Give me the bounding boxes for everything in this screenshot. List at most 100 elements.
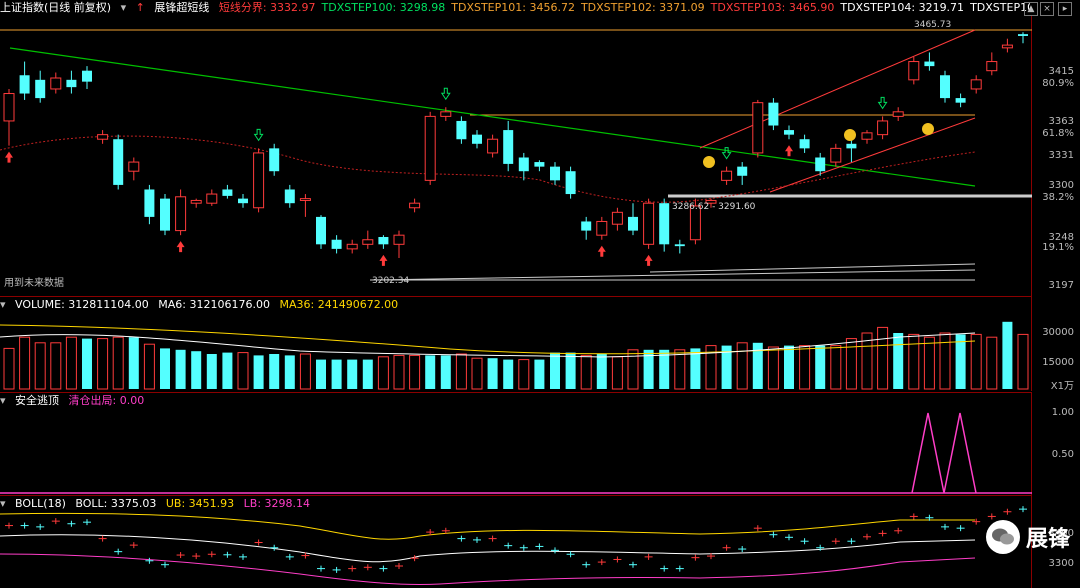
candle-body [346,243,358,250]
sell-arrow-icon [877,96,888,110]
boll-panel[interactable]: ▾ BOLL(18) BOLL: 3375.03 UB: 3451.93 LB:… [0,496,1080,588]
candle-body [830,147,842,163]
escape-signal-peaks [911,412,977,494]
trend-line-green [9,47,976,187]
volume-bar [487,358,498,389]
volume-bar [784,345,794,389]
volume-bar [82,338,92,389]
volume-bar [269,354,280,389]
candle-body [581,221,592,231]
wechat-icon [985,520,1020,554]
candle-body [659,203,670,245]
smiley-icon [922,123,934,135]
buy-arrow-icon [597,245,606,257]
axis-tick: 3363 [1048,116,1074,127]
escape-top-panel[interactable]: ▾ 安全逃顶 清仓出局: 0.00 1.00 0.50 [0,393,1080,495]
volume-bar [3,347,15,390]
high-price-label: 3465.73 [914,20,952,30]
axis-tick: 3300 [1048,180,1074,191]
volume-bar [409,354,421,390]
volume-bar [580,354,592,390]
volume-bar [923,336,935,390]
candle-body [424,115,436,181]
boll-chart[interactable] [0,496,1032,588]
candle-body [815,157,826,172]
candle-body [66,79,77,88]
volume-bar [50,342,62,390]
candle-body [611,211,623,225]
candle-body [440,111,452,117]
candle-body [877,120,889,136]
candle-body [534,162,545,167]
volume-bar [908,333,920,390]
candle-body [378,237,389,245]
escape-signal-chart[interactable] [0,393,1032,495]
candle-body [35,79,46,99]
volume-bar [237,352,249,390]
volume-bar [565,352,576,389]
volume-bar [830,345,842,390]
volume-bar [34,342,46,390]
candle-body [82,70,92,82]
brand-watermark: 展锋 [985,520,1070,554]
price-axis: 3415 80.9% 3363 61.8% 3331 3300 38.2% 32… [1031,16,1080,296]
main-price-panel[interactable]: 上证指数(日线 前复权) ▾ ↑ 展锋超短线 短线分界: 3332.97 TDXS… [0,0,1080,296]
candle-body [331,239,342,249]
candle-body [97,134,109,140]
axis-tick: 0.50 [1051,449,1074,460]
axis-tick: 80.9% [1042,78,1074,89]
volume-bars[interactable] [0,297,1032,391]
volume-bar [128,337,139,389]
candle-body [253,152,265,209]
axis-tick: 3331 [1048,150,1074,161]
volume-panel[interactable]: ▾ VOLUME: 312811104.00 MA6: 312106176.00… [0,297,1080,392]
candle-body [1001,44,1013,49]
candle-body [316,216,326,245]
candle-body [206,193,218,204]
candle-body [456,120,467,140]
volume-bar [143,343,155,390]
sell-arrow-icon [721,147,732,160]
buy-arrow-icon [176,241,185,253]
volume-bar [955,334,966,389]
close-panel-icon[interactable]: × [1040,2,1054,16]
volume-bar [1017,333,1029,390]
boll-lower-band [0,553,976,586]
menu-panel-icon[interactable]: ▸ [1058,2,1072,16]
sell-arrow-icon [440,87,451,101]
volume-bar [518,359,530,390]
candle-body [737,166,748,176]
volume-bar [19,336,31,390]
candle-body [596,220,608,236]
candle-body [128,161,140,172]
stock-terminal-window: 上证指数(日线 前复权) ▾ ↑ 展锋超短线 短线分界: 3332.97 TDXS… [0,0,1080,588]
buy-arrow-icon [379,254,388,266]
candle-body [269,148,280,172]
candle-body [518,157,529,172]
axis-tick: 1.00 [1051,407,1074,418]
candle-body [113,139,124,185]
candle-body [238,198,248,204]
axis-tick: 3415 [1048,66,1074,77]
candle-body [628,216,638,231]
candle-body [409,202,421,209]
brand-name: 展锋 [1025,527,1070,552]
candle-body [175,196,187,232]
candlestick-chart[interactable] [0,0,1032,296]
candle-body [144,189,155,217]
volume-bar [393,354,405,390]
candle-body [799,139,810,149]
candle-body [3,93,15,122]
volume-bar [331,359,342,389]
volume-bar [316,359,326,389]
candle-body [503,130,514,164]
candle-body [50,77,62,90]
candle-body [190,199,202,204]
candle-body [160,198,170,231]
candle-body [861,132,873,140]
volume-bar [736,342,748,390]
sell-arrow-icon [253,128,264,142]
channel-lower [769,117,976,193]
range-label: 3286.62 - 3291.60 [672,202,756,212]
volume-bar [160,348,170,389]
